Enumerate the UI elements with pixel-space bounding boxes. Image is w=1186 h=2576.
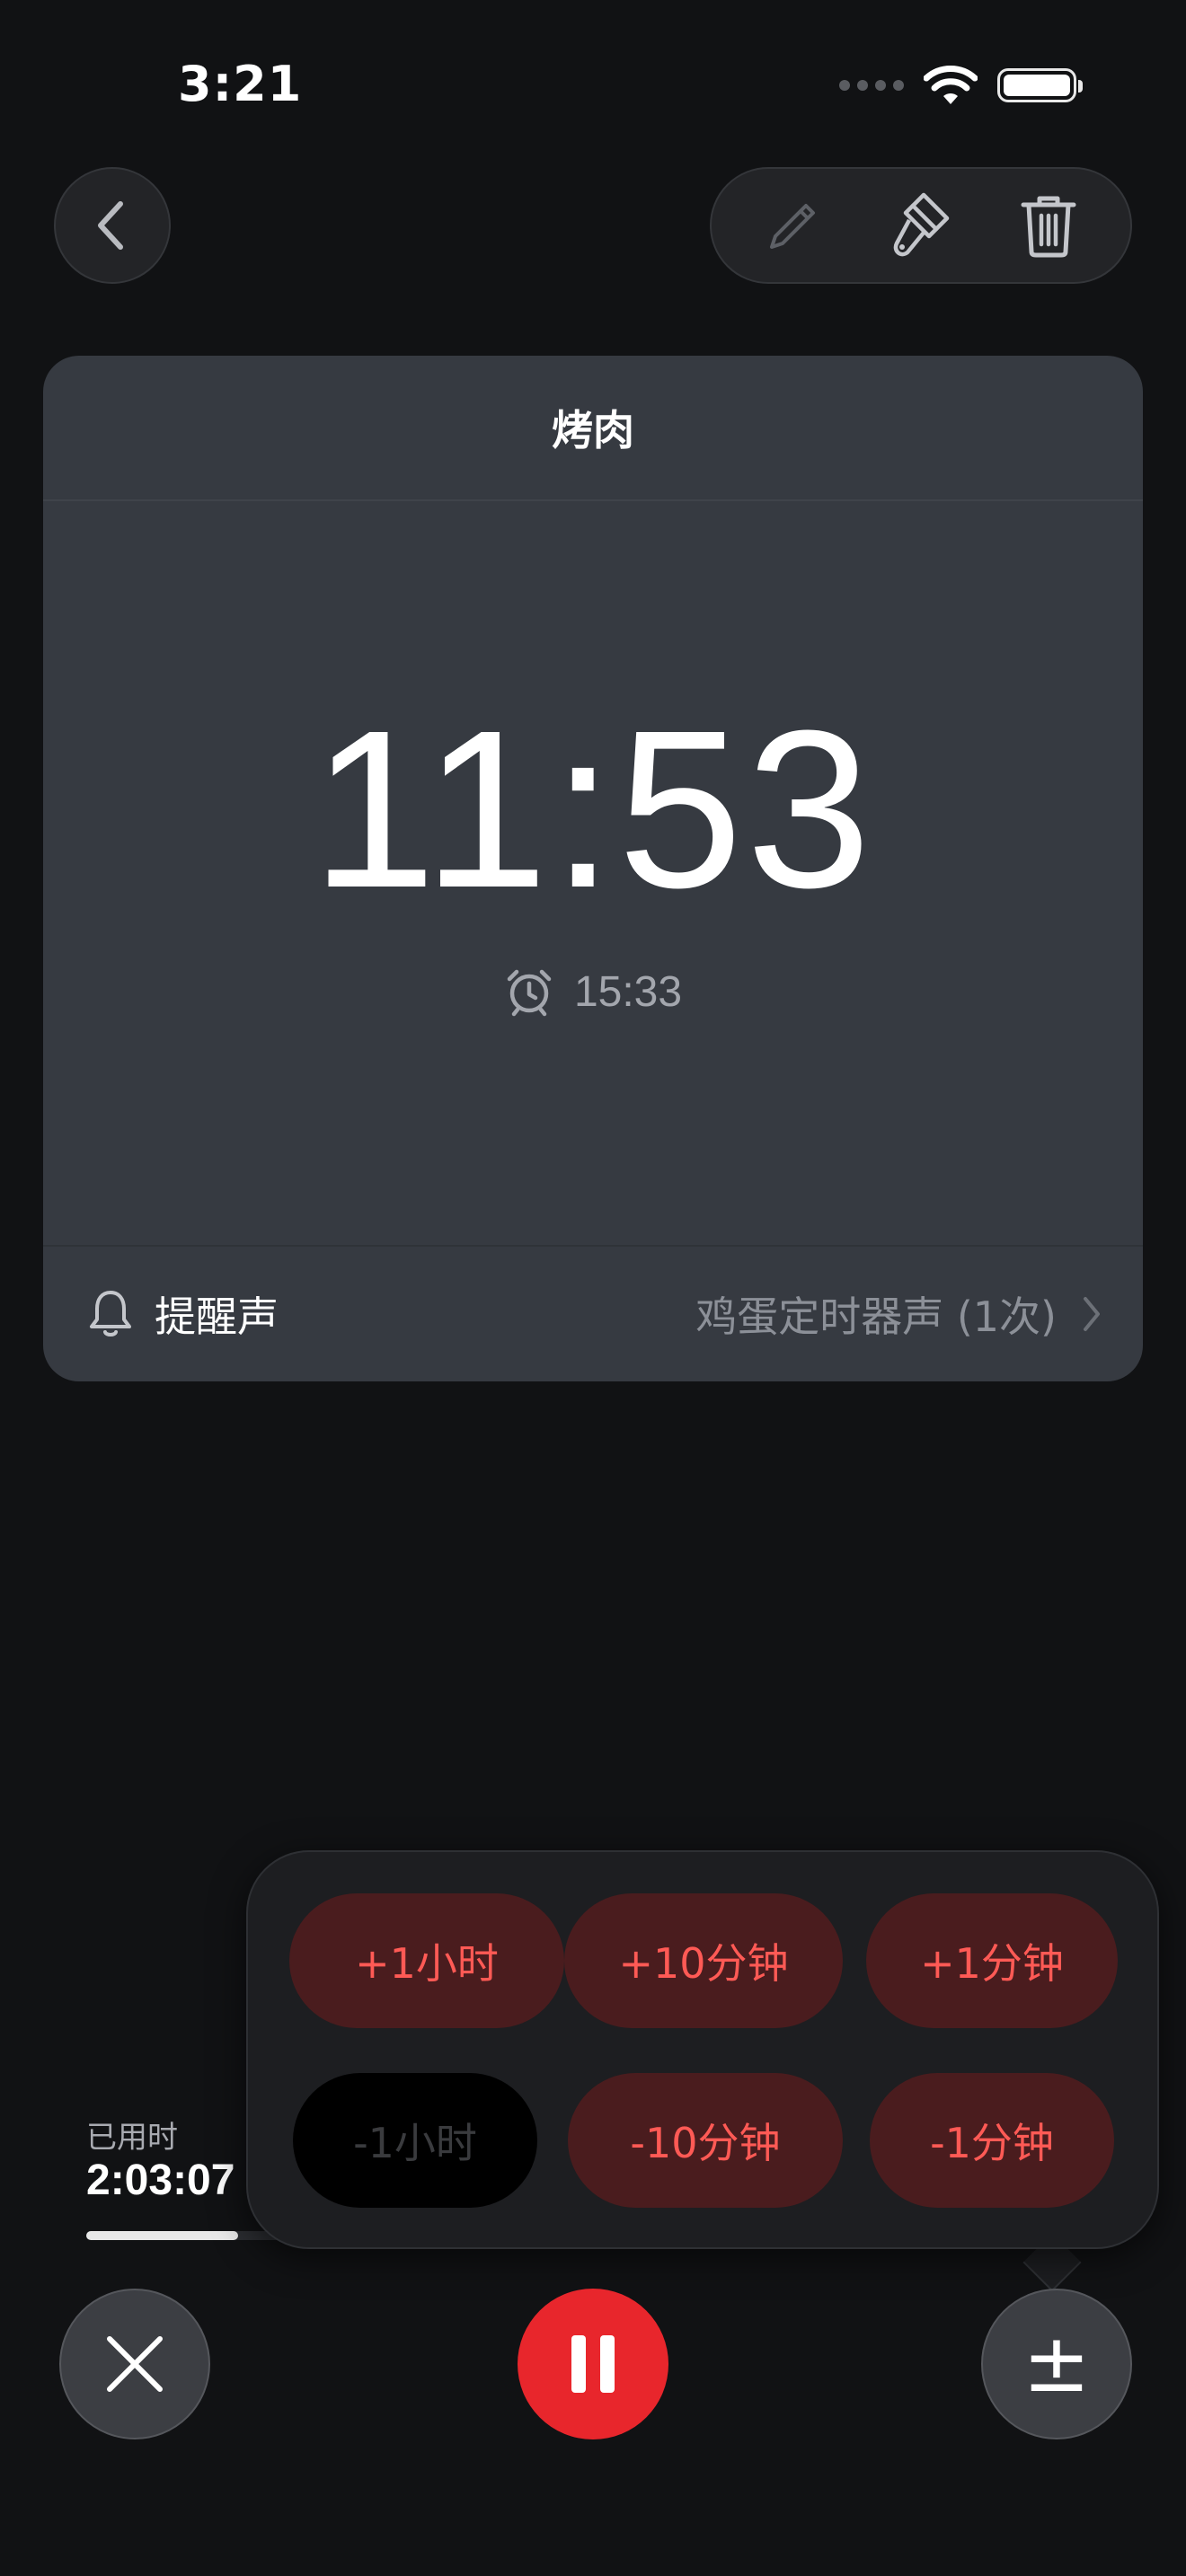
- adjust-time-button[interactable]: ±: [981, 2289, 1132, 2439]
- elapsed-value: 2:03:07: [86, 2157, 235, 2204]
- edit-button[interactable]: [744, 176, 843, 275]
- chevron-right-icon: [1084, 1297, 1100, 1331]
- plus-minus-icon: ±: [1022, 2316, 1091, 2411]
- add-1-minute-button[interactable]: +1分钟: [866, 1893, 1118, 2028]
- subtract-1-minute-button[interactable]: -1分钟: [870, 2073, 1114, 2208]
- countdown-display: 11:53: [311, 684, 875, 934]
- signal-dots-icon: [839, 80, 904, 91]
- sound-value: 鸡蛋定时器声 (1次): [695, 1292, 1057, 1341]
- timer-title: 烤肉: [43, 356, 1143, 501]
- toolbar-pill: [710, 167, 1132, 284]
- pencil-icon: [770, 204, 815, 249]
- back-button[interactable]: [54, 167, 171, 284]
- add-1-hour-button[interactable]: +1小时: [289, 1893, 564, 2028]
- status-time: 3:21: [178, 56, 303, 112]
- sound-label: 提醒声: [155, 1292, 279, 1341]
- close-icon: [107, 2336, 163, 2392]
- progress-fill: [86, 2231, 239, 2240]
- alarm-clock-icon: [507, 969, 552, 1017]
- paintbrush-icon: [893, 192, 950, 257]
- subtract-10-minutes-button[interactable]: -10分钟: [568, 2073, 843, 2208]
- delete-button[interactable]: [999, 176, 1098, 275]
- elapsed-label: 已用时: [86, 2120, 178, 2156]
- sound-row[interactable]: 提醒声 鸡蛋定时器声 (1次): [43, 1245, 1143, 1381]
- bell-icon: [90, 1291, 131, 1337]
- add-10-minutes-button[interactable]: +10分钟: [564, 1893, 843, 2028]
- end-time-row: 15:33: [43, 966, 1143, 1017]
- trash-icon: [1021, 196, 1076, 258]
- timer-card: 烤肉 11:53 15:33 提醒声 鸡蛋定时器声 (1次): [43, 356, 1143, 1381]
- style-button[interactable]: [872, 176, 970, 275]
- chevron-left-icon: [98, 201, 123, 250]
- adjust-popover: +1小时 +10分钟 +1分钟 -1小时 -10分钟 -1分钟: [246, 1850, 1159, 2249]
- end-time: 15:33: [573, 967, 683, 1016]
- pause-button[interactable]: [518, 2289, 668, 2439]
- cancel-button[interactable]: [59, 2289, 210, 2439]
- pause-icon: [571, 2335, 615, 2393]
- wifi-icon: [924, 66, 978, 104]
- status-icons: [839, 65, 1083, 106]
- subtract-1-hour-button[interactable]: -1小时: [293, 2073, 537, 2208]
- battery-icon: [997, 68, 1083, 102]
